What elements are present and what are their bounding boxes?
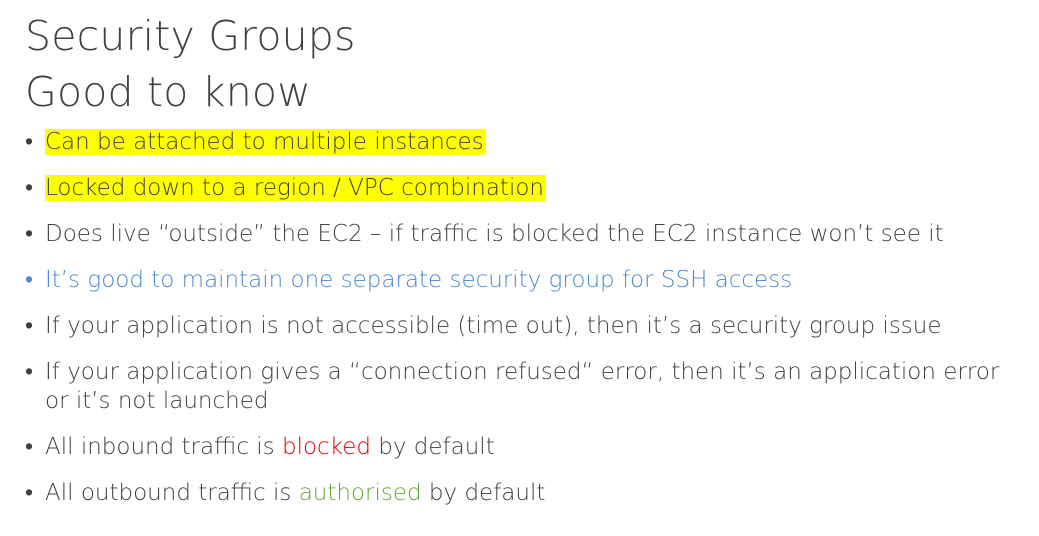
bullet-ssh-security-group: It’s good to maintain one separate secur… — [25, 266, 1030, 295]
bullet-list: Can be attached to multiple instances Lo… — [25, 128, 1030, 525]
bullet-text: If your application is not accessible (t… — [45, 313, 942, 339]
bullet-outbound-authorised: All outbound traffic is authorised by de… — [25, 479, 1030, 508]
bullet-lives-outside-ec2: Does live “outside” the EC2 – if traffic… — [25, 220, 1030, 249]
bullet-connection-refused: If your application gives a “connection … — [25, 358, 1030, 416]
bullet-attached-multiple-instances: Can be attached to multiple instances — [25, 128, 1030, 157]
bullet-timeout-issue: If your application is not accessible (t… — [25, 312, 1030, 341]
highlighted-text: Can be attached to multiple instances — [45, 129, 486, 155]
bullet-locked-region-vpc: Locked down to a region / VPC combinatio… — [25, 174, 1030, 203]
slide: Security Groups Good to know Can be atta… — [0, 0, 1039, 536]
bullet-text-before: All outbound traffic is — [45, 480, 299, 506]
title-line-1: Security Groups — [25, 12, 356, 60]
emphasis-authorised: authorised — [298, 480, 422, 506]
highlighted-text: Locked down to a region / VPC combinatio… — [45, 175, 546, 201]
bullet-text-before: All inbound traffic is — [45, 434, 282, 460]
emphasis-blocked: blocked — [281, 434, 371, 460]
title-line-2: Good to know — [25, 68, 311, 116]
bullet-text-after: by default — [370, 434, 495, 460]
slide-title: Security Groups Good to know — [25, 8, 356, 120]
bullet-text-after: by default — [421, 480, 546, 506]
bullet-text: If your application gives a “connection … — [45, 359, 1000, 414]
bullet-text: It’s good to maintain one separate secur… — [45, 267, 793, 293]
bullet-text: Does live “outside” the EC2 – if traffic… — [45, 221, 944, 247]
bullet-inbound-blocked: All inbound traffic is blocked by defaul… — [25, 433, 1030, 462]
